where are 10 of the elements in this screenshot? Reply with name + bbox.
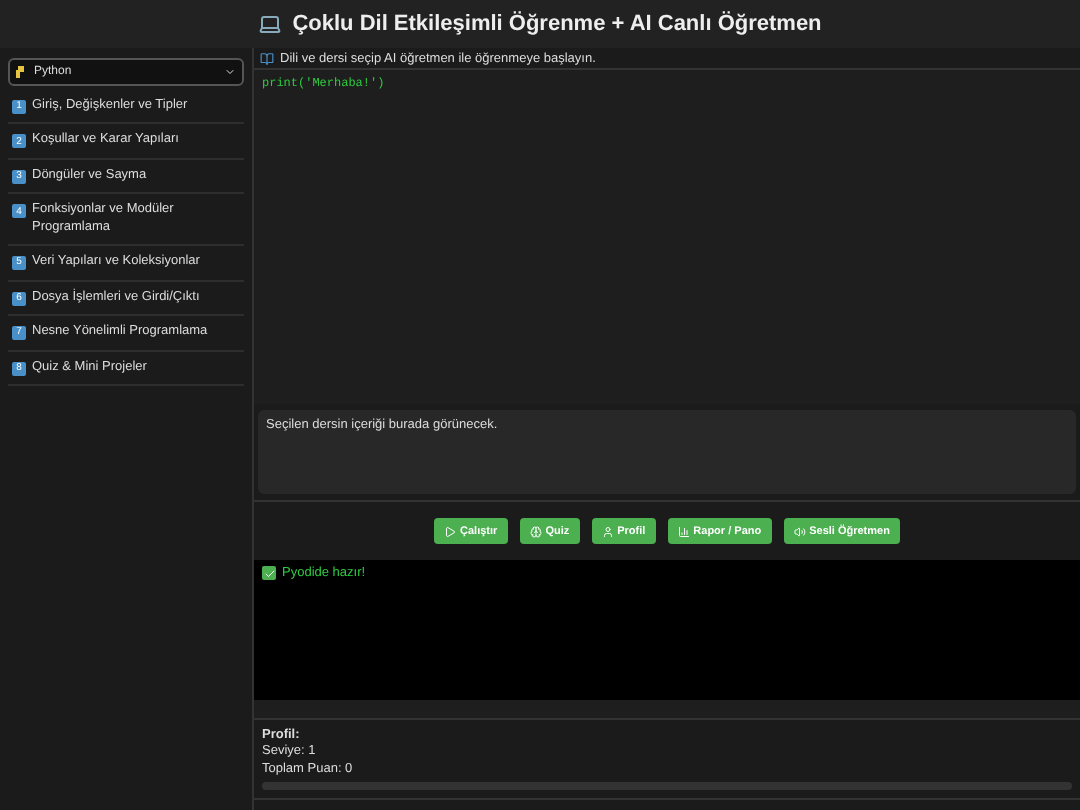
title-text: Çoklu Dil Etkileşimli Öğrenme + AI Canlı Öğretmen (292, 12, 822, 36)
laptop-icon (258, 12, 283, 36)
check-icon (262, 566, 276, 580)
voice-icon (793, 525, 806, 537)
profile-icon (601, 525, 614, 537)
chevron-icon (224, 66, 236, 78)
report-icon (677, 525, 690, 537)
snake-icon (16, 66, 28, 78)
run-icon (444, 525, 457, 537)
book-icon (260, 51, 274, 65)
